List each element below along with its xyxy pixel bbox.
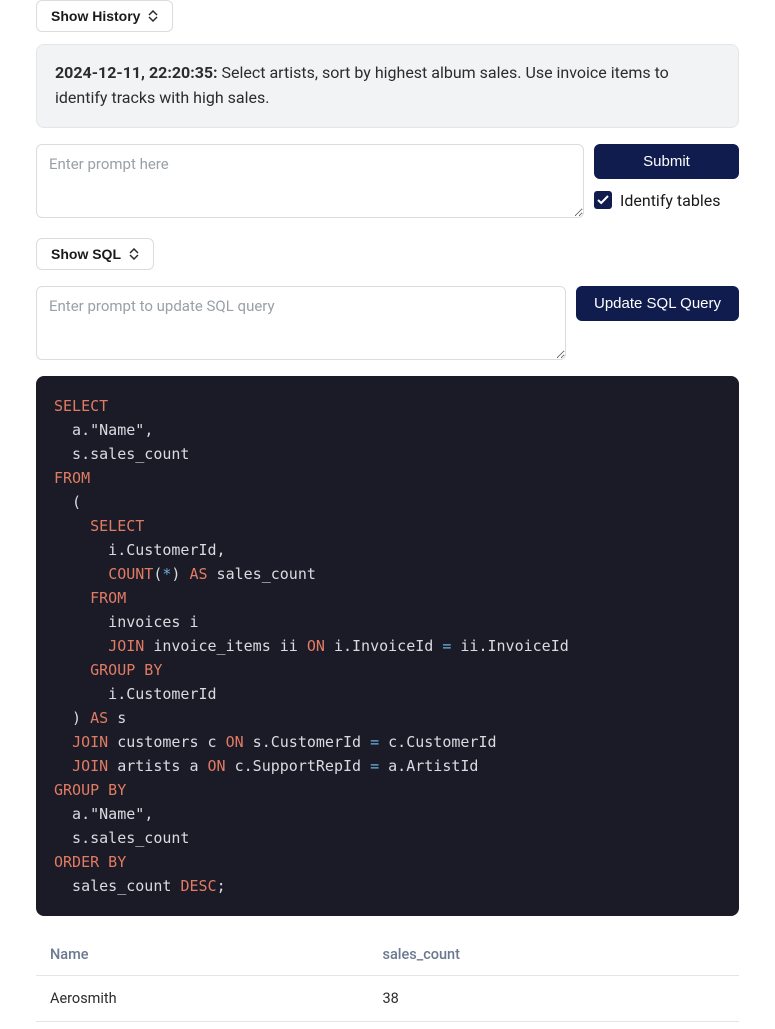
sort-icon: [148, 10, 158, 22]
identify-tables-row[interactable]: Identify tables: [594, 191, 739, 210]
sql-code-block: SELECT a."Name", s.sales_count FROM ( SE…: [36, 376, 739, 916]
update-sql-button[interactable]: Update SQL Query: [576, 286, 739, 321]
identify-tables-checkbox[interactable]: [594, 191, 612, 209]
submit-button[interactable]: Submit: [594, 144, 739, 179]
identify-tables-label: Identify tables: [620, 191, 720, 210]
results-table: Name sales_count Aerosmith 38: [36, 934, 739, 1022]
show-sql-label: Show SQL: [51, 246, 121, 262]
sort-icon: [129, 248, 139, 260]
column-header[interactable]: Name: [36, 934, 369, 976]
show-history-label: Show History: [51, 8, 140, 24]
table-row: Aerosmith 38: [36, 975, 739, 1021]
show-history-button[interactable]: Show History: [36, 0, 173, 32]
prompt-input[interactable]: [36, 144, 584, 218]
cell-name: Aerosmith: [36, 975, 369, 1021]
history-timestamp: 2024-12-11, 22:20:35:: [55, 63, 218, 82]
cell-sales: 38: [369, 975, 740, 1021]
history-entry: 2024-12-11, 22:20:35: Select artists, so…: [36, 44, 739, 128]
show-sql-button[interactable]: Show SQL: [36, 238, 154, 270]
column-header[interactable]: sales_count: [369, 934, 740, 976]
update-sql-input[interactable]: [36, 286, 566, 360]
